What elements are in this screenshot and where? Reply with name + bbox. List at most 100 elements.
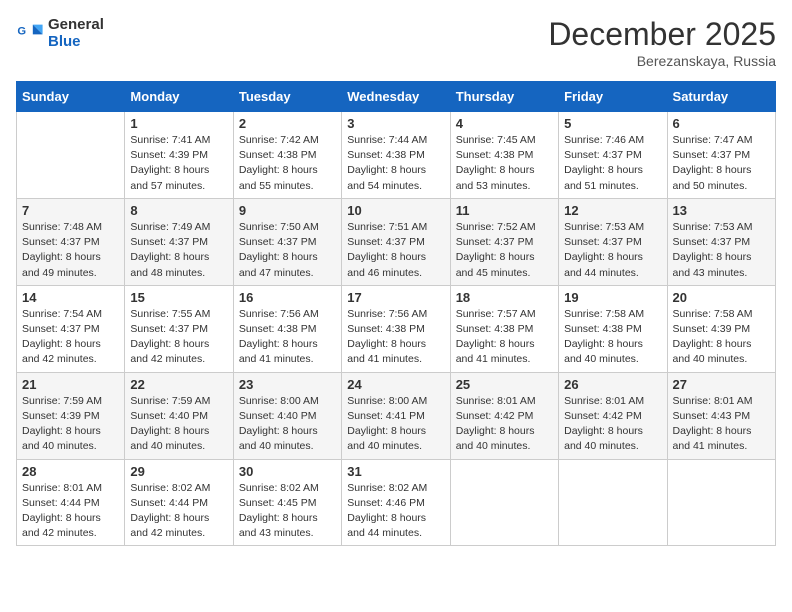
calendar-cell: 30Sunrise: 8:02 AM Sunset: 4:45 PM Dayli… [233,459,341,546]
day-info: Sunrise: 7:54 AM Sunset: 4:37 PM Dayligh… [22,307,119,368]
day-number: 15 [130,290,227,305]
day-number: 27 [673,377,770,392]
day-number: 2 [239,116,336,131]
calendar-cell [667,459,775,546]
logo: G General Blue [16,16,104,51]
calendar-cell: 4 Sunrise: 7:45 AM Sunset: 4:38 PM Daylig… [450,112,558,199]
month-year: December 2025 [548,16,776,53]
day-number: 26 [564,377,661,392]
weekday-header-row: SundayMondayTuesdayWednesdayThursdayFrid… [17,82,776,112]
day-number: 25 [456,377,553,392]
day-info: Sunrise: 7:58 AM Sunset: 4:39 PM Dayligh… [673,307,770,368]
calendar-cell [559,459,667,546]
calendar-week-3: 14 Sunrise: 7:54 AM Sunset: 4:37 PM Dayli… [17,285,776,372]
day-info: Sunrise: 7:59 AM Sunset: 4:40 PM Dayligh… [130,394,227,455]
weekday-friday: Friday [559,82,667,112]
calendar-week-1: 1Sunrise: 7:41 AM Sunset: 4:39 PM Daylig… [17,112,776,199]
day-number: 6 [673,116,770,131]
day-info: Sunrise: 7:47 AM Sunset: 4:37 PM Dayligh… [673,133,770,194]
day-info: Sunrise: 7:50 AM Sunset: 4:37 PM Dayligh… [239,220,336,281]
calendar-week-5: 28 Sunrise: 8:01 AM Sunset: 4:44 PM Dayli… [17,459,776,546]
weekday-sunday: Sunday [17,82,125,112]
day-number: 20 [673,290,770,305]
logo-icon: G [16,19,44,47]
day-number: 13 [673,203,770,218]
day-info: Sunrise: 7:53 AM Sunset: 4:37 PM Dayligh… [673,220,770,281]
page-header: G General Blue December 2025 Berezanskay… [16,16,776,69]
calendar-cell: 21Sunrise: 7:59 AM Sunset: 4:39 PM Dayli… [17,372,125,459]
day-number: 8 [130,203,227,218]
day-number: 31 [347,464,444,479]
day-info: Sunrise: 7:42 AM Sunset: 4:38 PM Dayligh… [239,133,336,194]
day-info: Sunrise: 7:48 AM Sunset: 4:37 PM Dayligh… [22,220,119,281]
calendar-cell: 28 Sunrise: 8:01 AM Sunset: 4:44 PM Dayli… [17,459,125,546]
title-block: December 2025 Berezanskaya, Russia [548,16,776,69]
day-info: Sunrise: 8:00 AM Sunset: 4:41 PM Dayligh… [347,394,444,455]
day-info: Sunrise: 7:46 AM Sunset: 4:37 PM Dayligh… [564,133,661,194]
calendar-cell: 13 Sunrise: 7:53 AM Sunset: 4:37 PM Dayli… [667,198,775,285]
calendar-cell: 17Sunrise: 7:56 AM Sunset: 4:38 PM Dayli… [342,285,450,372]
day-number: 10 [347,203,444,218]
day-number: 29 [130,464,227,479]
day-info: Sunrise: 7:57 AM Sunset: 4:38 PM Dayligh… [456,307,553,368]
calendar-week-4: 21Sunrise: 7:59 AM Sunset: 4:39 PM Dayli… [17,372,776,459]
calendar-cell: 5 Sunrise: 7:46 AM Sunset: 4:37 PM Daylig… [559,112,667,199]
calendar-cell: 15Sunrise: 7:55 AM Sunset: 4:37 PM Dayli… [125,285,233,372]
day-info: Sunrise: 7:56 AM Sunset: 4:38 PM Dayligh… [239,307,336,368]
day-info: Sunrise: 7:49 AM Sunset: 4:37 PM Dayligh… [130,220,227,281]
day-number: 3 [347,116,444,131]
day-number: 7 [22,203,119,218]
calendar-cell: 26Sunrise: 8:01 AM Sunset: 4:42 PM Dayli… [559,372,667,459]
weekday-tuesday: Tuesday [233,82,341,112]
day-info: Sunrise: 8:00 AM Sunset: 4:40 PM Dayligh… [239,394,336,455]
calendar-cell: 22 Sunrise: 7:59 AM Sunset: 4:40 PM Dayli… [125,372,233,459]
weekday-wednesday: Wednesday [342,82,450,112]
calendar-cell: 18 Sunrise: 7:57 AM Sunset: 4:38 PM Dayli… [450,285,558,372]
calendar-cell: 16Sunrise: 7:56 AM Sunset: 4:38 PM Dayli… [233,285,341,372]
logo-text: General Blue [48,16,104,51]
day-number: 24 [347,377,444,392]
day-info: Sunrise: 7:52 AM Sunset: 4:37 PM Dayligh… [456,220,553,281]
day-number: 23 [239,377,336,392]
calendar-cell [450,459,558,546]
calendar-cell: 6 Sunrise: 7:47 AM Sunset: 4:37 PM Daylig… [667,112,775,199]
day-info: Sunrise: 8:01 AM Sunset: 4:42 PM Dayligh… [456,394,553,455]
day-number: 18 [456,290,553,305]
calendar-cell: 10 Sunrise: 7:51 AM Sunset: 4:37 PM Dayli… [342,198,450,285]
day-number: 30 [239,464,336,479]
weekday-thursday: Thursday [450,82,558,112]
calendar-cell: 1Sunrise: 7:41 AM Sunset: 4:39 PM Daylig… [125,112,233,199]
day-number: 14 [22,290,119,305]
calendar-cell: 3 Sunrise: 7:44 AM Sunset: 4:38 PM Daylig… [342,112,450,199]
day-number: 5 [564,116,661,131]
calendar-body: 1Sunrise: 7:41 AM Sunset: 4:39 PM Daylig… [17,112,776,546]
weekday-monday: Monday [125,82,233,112]
day-info: Sunrise: 7:51 AM Sunset: 4:37 PM Dayligh… [347,220,444,281]
weekday-saturday: Saturday [667,82,775,112]
calendar-cell: 12Sunrise: 7:53 AM Sunset: 4:37 PM Dayli… [559,198,667,285]
day-info: Sunrise: 7:44 AM Sunset: 4:38 PM Dayligh… [347,133,444,194]
calendar-table: SundayMondayTuesdayWednesdayThursdayFrid… [16,81,776,546]
day-number: 11 [456,203,553,218]
calendar-cell: 2 Sunrise: 7:42 AM Sunset: 4:38 PM Daylig… [233,112,341,199]
day-number: 4 [456,116,553,131]
day-info: Sunrise: 8:02 AM Sunset: 4:44 PM Dayligh… [130,481,227,542]
day-number: 28 [22,464,119,479]
calendar-cell: 7 Sunrise: 7:48 AM Sunset: 4:37 PM Daylig… [17,198,125,285]
day-number: 17 [347,290,444,305]
day-info: Sunrise: 8:01 AM Sunset: 4:43 PM Dayligh… [673,394,770,455]
calendar-cell: 8 Sunrise: 7:49 AM Sunset: 4:37 PM Daylig… [125,198,233,285]
location: Berezanskaya, Russia [548,53,776,69]
day-info: Sunrise: 7:58 AM Sunset: 4:38 PM Dayligh… [564,307,661,368]
day-info: Sunrise: 7:41 AM Sunset: 4:39 PM Dayligh… [130,133,227,194]
day-info: Sunrise: 8:01 AM Sunset: 4:44 PM Dayligh… [22,481,119,542]
day-number: 22 [130,377,227,392]
day-info: Sunrise: 7:45 AM Sunset: 4:38 PM Dayligh… [456,133,553,194]
day-info: Sunrise: 8:02 AM Sunset: 4:46 PM Dayligh… [347,481,444,542]
day-number: 9 [239,203,336,218]
calendar-cell: 24 Sunrise: 8:00 AM Sunset: 4:41 PM Dayli… [342,372,450,459]
calendar-cell: 29 Sunrise: 8:02 AM Sunset: 4:44 PM Dayli… [125,459,233,546]
calendar-cell: 25 Sunrise: 8:01 AM Sunset: 4:42 PM Dayli… [450,372,558,459]
day-info: Sunrise: 7:53 AM Sunset: 4:37 PM Dayligh… [564,220,661,281]
calendar-cell [17,112,125,199]
